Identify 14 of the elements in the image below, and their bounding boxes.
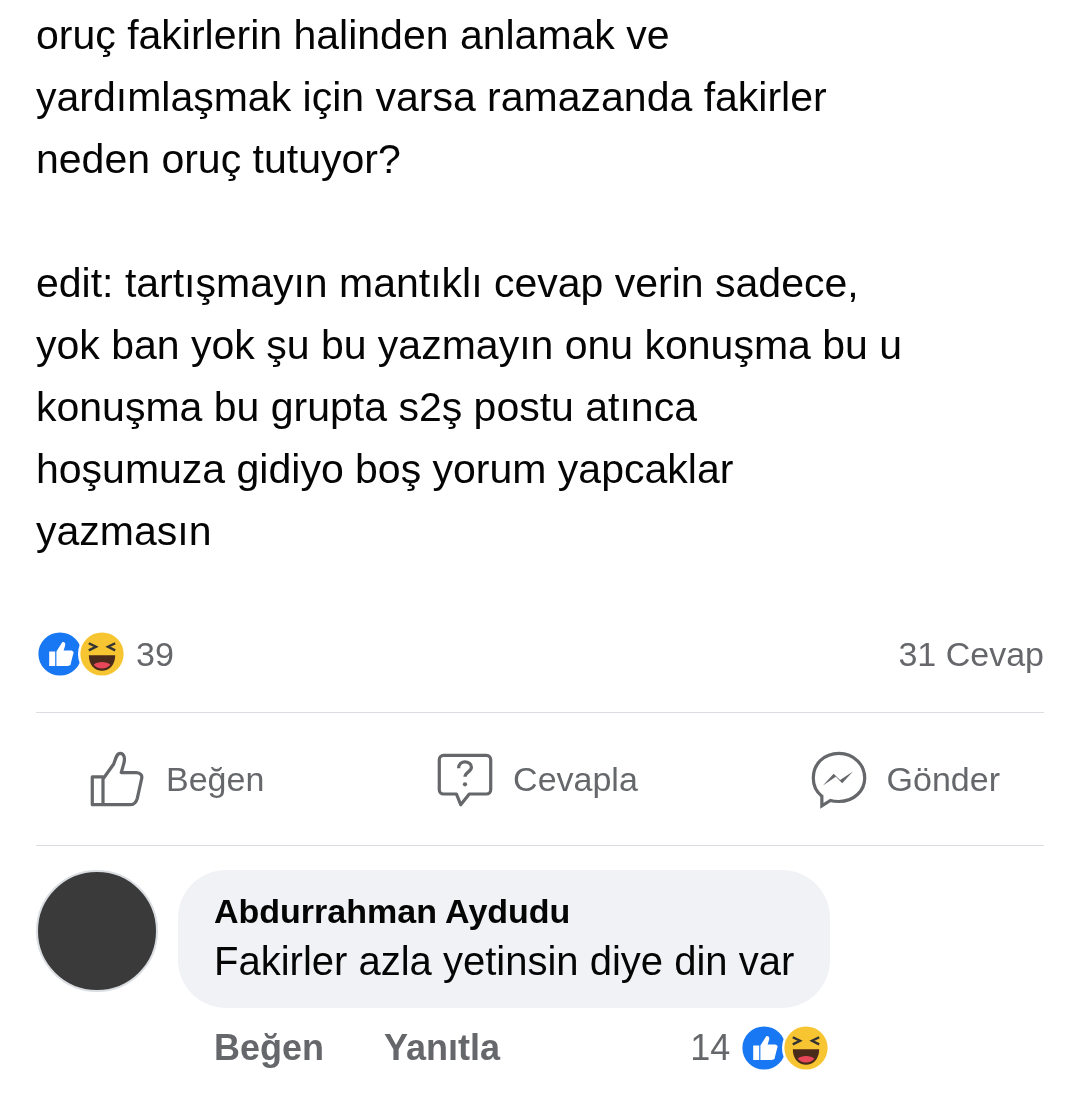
laughing-face-icon	[78, 630, 126, 678]
action-button[interactable]: Beğen	[84, 743, 269, 815]
comment-text: Fakirler azla yetinsin diye din var	[214, 939, 795, 984]
comment-author[interactable]: Abdurrahman Aydudu	[214, 892, 795, 931]
post-paragraph: edit: tartışmayın mantıklı cevap verin sadece, yok ban yok şu bu yazmayın onu konuşma bu u konuşma bu grupta s2ş postu atınca hoşumuza gidiyo boş yorum yapcaklar yazmasın	[36, 259, 904, 556]
reaction-count[interactable]: 39	[136, 634, 174, 674]
reply-count[interactable]: 31 Cevap	[898, 634, 1044, 674]
comment-action-link[interactable]: Yanıtla	[384, 1027, 501, 1069]
post-paragraph: oruç fakirlerin halinden anlamak ve yardımlaşmak için varsa ramazanda fakirler neden oruç tutuyor?	[36, 11, 828, 184]
comment-reaction-count[interactable]: 14	[690, 1027, 731, 1069]
action-button[interactable]: Gönder	[804, 743, 1004, 815]
comment-action-link[interactable]: Beğen	[214, 1027, 325, 1069]
action-button[interactable]: Cevapla	[431, 743, 642, 815]
laughing-face-icon	[782, 1024, 831, 1072]
